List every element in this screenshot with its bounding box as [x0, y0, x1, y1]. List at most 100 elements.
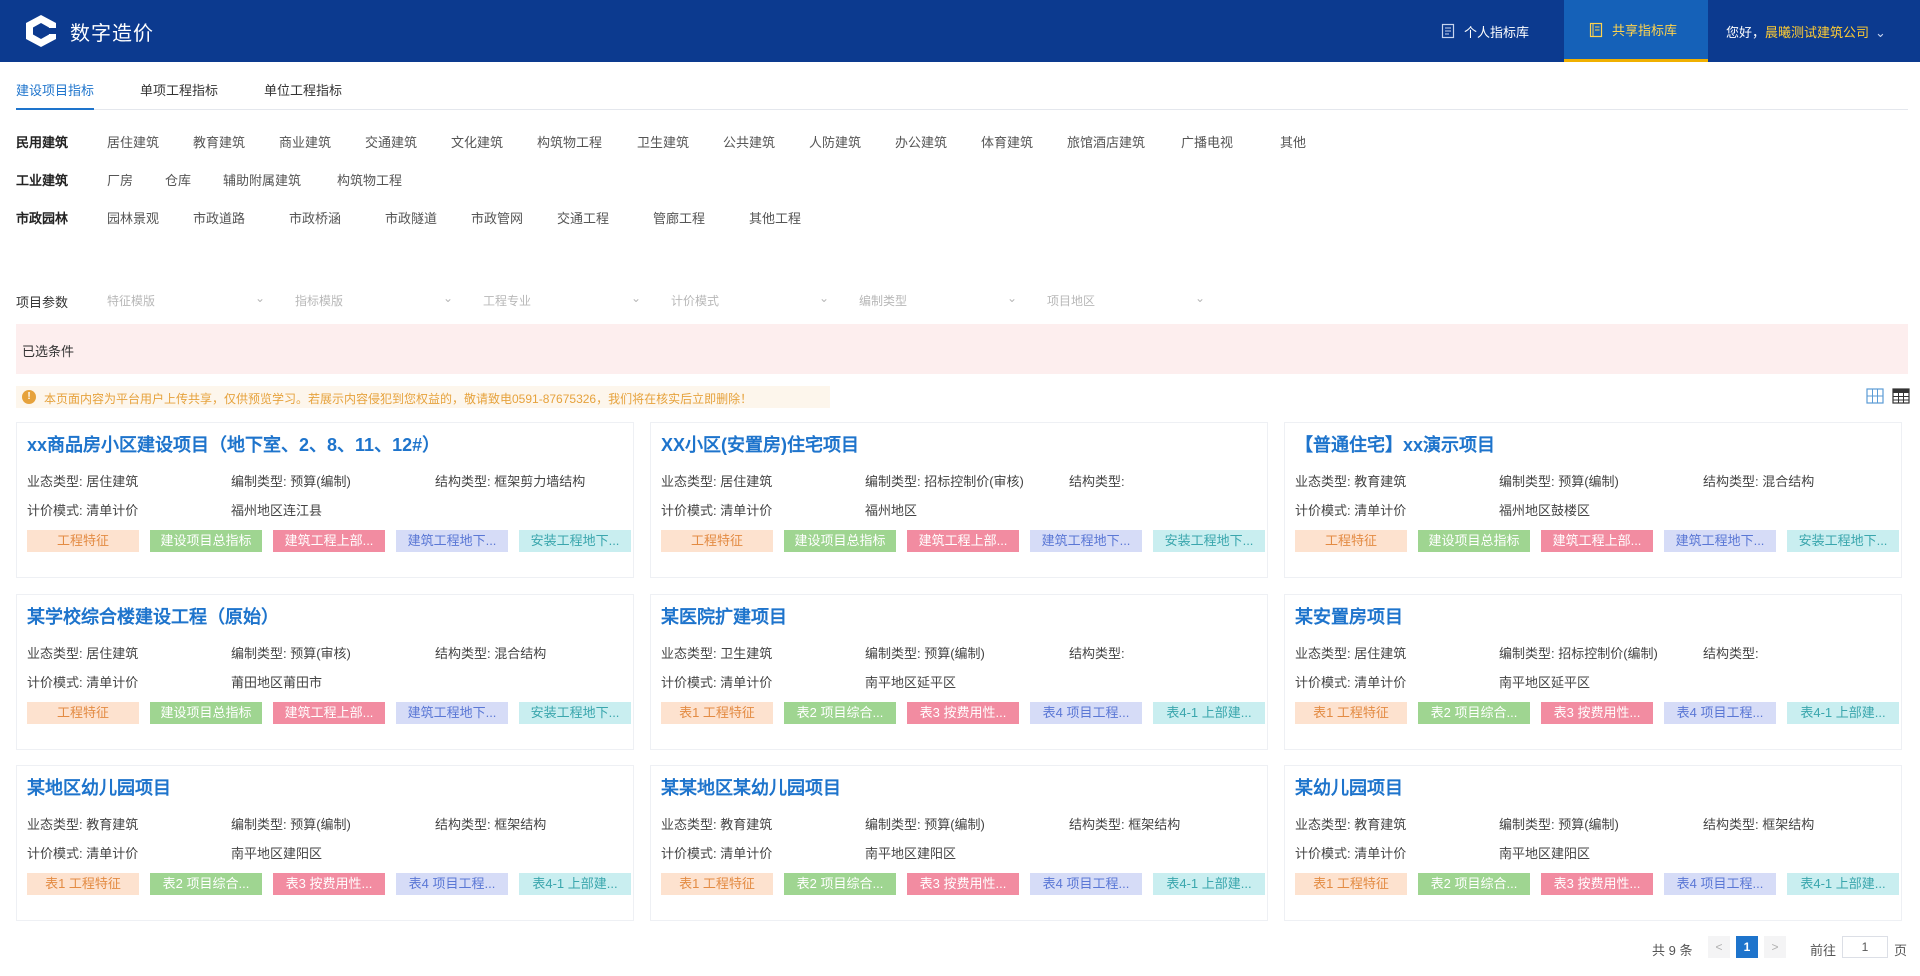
index-tag[interactable]: 表1 工程特征 [1295, 702, 1407, 724]
page-jump-input[interactable]: 1 [1842, 936, 1888, 958]
project-card[interactable]: 【普通住宅】xx演示项目 业态类型: 教育建筑 编制类型: 预算(编制) 结构类型: … [1284, 422, 1902, 578]
category-item[interactable]: 广播电视 [1181, 132, 1233, 151]
index-tag[interactable]: 表4 项目工程... [1664, 702, 1776, 724]
index-tag[interactable]: 表3 按费用性... [273, 873, 385, 895]
index-tag[interactable]: 表3 按费用性... [907, 873, 1019, 895]
select-discipline[interactable]: 工程专业 ⌄ [483, 289, 641, 311]
project-card[interactable]: xx商品房小区建设项目（地下室、2、8、11、12#） 业态类型: 居住建筑 编制类… [16, 422, 634, 578]
index-tag[interactable]: 表1 工程特征 [661, 702, 773, 724]
index-tag[interactable]: 建设项目总指标 [150, 702, 262, 724]
grid-view-icon[interactable] [1866, 388, 1884, 404]
category-item[interactable]: 居住建筑 [107, 132, 159, 151]
index-tag[interactable]: 建筑工程地下... [1030, 530, 1142, 552]
index-tag[interactable]: 表4 项目工程... [1030, 873, 1142, 895]
project-card[interactable]: 某医院扩建项目 业态类型: 卫生建筑 编制类型: 预算(编制) 结构类型: 计价模式: … [650, 594, 1268, 750]
index-tag[interactable]: 表4-1 上部建... [519, 873, 631, 895]
index-tag[interactable]: 建设项目总指标 [784, 530, 896, 552]
project-card[interactable]: 某安置房项目 业态类型: 居住建筑 编制类型: 招标控制价(编制) 结构类型: 计价模式… [1284, 594, 1902, 750]
project-card[interactable]: 某地区幼儿园项目 业态类型: 教育建筑 编制类型: 预算(编制) 结构类型: 框架结构… [16, 765, 634, 921]
index-tag[interactable]: 工程特征 [27, 530, 139, 552]
nav-personal-library[interactable]: 个人指标库 [1440, 0, 1560, 62]
tab-project-index[interactable]: 建设项目指标 [16, 80, 95, 110]
select-index-template[interactable]: 指标模版 ⌄ [295, 289, 453, 311]
index-tag[interactable]: 表1 工程特征 [27, 873, 139, 895]
index-tag[interactable]: 表2 项目综合... [784, 873, 896, 895]
project-card[interactable]: 某幼儿园项目 业态类型: 教育建筑 编制类型: 预算(编制) 结构类型: 框架结构 计价… [1284, 765, 1902, 921]
category-item[interactable]: 管廊工程 [653, 208, 705, 227]
index-tag[interactable]: 建筑工程地下... [396, 530, 508, 552]
select-compile-type[interactable]: 编制类型 ⌄ [859, 289, 1017, 311]
index-tag[interactable]: 安装工程地下... [1787, 530, 1899, 552]
category-item[interactable]: 教育建筑 [193, 132, 245, 151]
tab-single-item-index[interactable]: 单项工程指标 [140, 80, 218, 110]
category-item[interactable]: 其他 [1280, 132, 1306, 151]
category-item[interactable]: 体育建筑 [981, 132, 1033, 151]
index-tag[interactable]: 表4-1 上部建... [1787, 702, 1899, 724]
index-tag[interactable]: 安装工程地下... [519, 530, 631, 552]
project-title-link[interactable]: XX小区(安置房)住宅项目 [661, 431, 859, 457]
category-item[interactable]: 交通工程 [557, 208, 609, 227]
index-tag[interactable]: 表4-1 上部建... [1153, 702, 1265, 724]
index-tag[interactable]: 表4-1 上部建... [1153, 873, 1265, 895]
select-region[interactable]: 项目地区 ⌄ [1047, 289, 1205, 311]
category-item[interactable]: 市政管网 [471, 208, 523, 227]
category-item[interactable]: 市政道路 [193, 208, 245, 227]
index-tag[interactable]: 建筑工程上部... [273, 702, 385, 724]
category-item[interactable]: 公共建筑 [723, 132, 775, 151]
project-title-link[interactable]: 某某地区某幼儿园项目 [661, 774, 841, 800]
project-card[interactable]: 某学校综合楼建设工程（原始） 业态类型: 居住建筑 编制类型: 预算(审核) 结构类型… [16, 594, 634, 750]
project-card[interactable]: XX小区(安置房)住宅项目 业态类型: 居住建筑 编制类型: 招标控制价(审核) 结构… [650, 422, 1268, 578]
page-number-current[interactable]: 1 [1736, 936, 1758, 958]
category-item[interactable]: 其他工程 [749, 208, 801, 227]
index-tag[interactable]: 表3 按费用性... [1541, 702, 1653, 724]
index-tag[interactable]: 建筑工程上部... [273, 530, 385, 552]
index-tag[interactable]: 工程特征 [27, 702, 139, 724]
category-item[interactable]: 园林景观 [107, 208, 159, 227]
index-tag[interactable]: 表4 项目工程... [396, 873, 508, 895]
brand[interactable]: 数字造价 [24, 14, 154, 48]
project-title-link[interactable]: xx商品房小区建设项目（地下室、2、8、11、12#） [27, 431, 440, 457]
index-tag[interactable]: 表3 按费用性... [1541, 873, 1653, 895]
index-tag[interactable]: 表2 项目综合... [1418, 873, 1530, 895]
project-title-link[interactable]: 某医院扩建项目 [661, 603, 787, 629]
select-feature-template[interactable]: 特征模版 ⌄ [107, 289, 265, 311]
category-item[interactable]: 商业建筑 [279, 132, 331, 151]
index-tag[interactable]: 建设项目总指标 [1418, 530, 1530, 552]
index-tag[interactable]: 表1 工程特征 [661, 873, 773, 895]
select-pricing-mode[interactable]: 计价模式 ⌄ [671, 289, 829, 311]
category-item[interactable]: 文化建筑 [451, 132, 503, 151]
category-item[interactable]: 市政桥涵 [289, 208, 341, 227]
category-item[interactable]: 仓库 [165, 170, 191, 189]
index-tag[interactable]: 建筑工程地下... [396, 702, 508, 724]
project-card[interactable]: 某某地区某幼儿园项目 业态类型: 教育建筑 编制类型: 预算(编制) 结构类型: 框架… [650, 765, 1268, 921]
category-item[interactable]: 旅馆酒店建筑 [1067, 132, 1145, 151]
index-tag[interactable]: 建设项目总指标 [150, 530, 262, 552]
index-tag[interactable]: 工程特征 [1295, 530, 1407, 552]
index-tag[interactable]: 表3 按费用性... [907, 702, 1019, 724]
category-item[interactable]: 厂房 [107, 170, 133, 189]
next-page-button[interactable]: > [1764, 936, 1786, 958]
index-tag[interactable]: 安装工程地下... [1153, 530, 1265, 552]
category-item[interactable]: 卫生建筑 [637, 132, 689, 151]
project-title-link[interactable]: 某幼儿园项目 [1295, 774, 1403, 800]
index-tag[interactable]: 表2 项目综合... [1418, 702, 1530, 724]
category-item[interactable]: 辅助附属建筑 [223, 170, 301, 189]
index-tag[interactable]: 表4 项目工程... [1664, 873, 1776, 895]
category-item[interactable]: 市政隧道 [385, 208, 437, 227]
index-tag[interactable]: 建筑工程上部... [907, 530, 1019, 552]
nav-shared-library[interactable]: 共享指标库 [1564, 0, 1708, 62]
project-title-link[interactable]: 某安置房项目 [1295, 603, 1403, 629]
user-menu[interactable]: 您好，晨曦测试建筑公司 ⌄ [1726, 22, 1886, 41]
project-title-link[interactable]: 【普通住宅】xx演示项目 [1295, 431, 1495, 457]
index-tag[interactable]: 表2 项目综合... [784, 702, 896, 724]
prev-page-button[interactable]: < [1708, 936, 1730, 958]
category-item[interactable]: 交通建筑 [365, 132, 417, 151]
index-tag[interactable]: 表4 项目工程... [1030, 702, 1142, 724]
project-title-link[interactable]: 某学校综合楼建设工程（原始） [27, 603, 279, 629]
category-item[interactable]: 人防建筑 [809, 132, 861, 151]
index-tag[interactable]: 建筑工程地下... [1664, 530, 1776, 552]
tab-unit-index[interactable]: 单位工程指标 [264, 80, 342, 110]
index-tag[interactable]: 表1 工程特征 [1295, 873, 1407, 895]
index-tag[interactable]: 表2 项目综合... [150, 873, 262, 895]
index-tag[interactable]: 建筑工程上部... [1541, 530, 1653, 552]
